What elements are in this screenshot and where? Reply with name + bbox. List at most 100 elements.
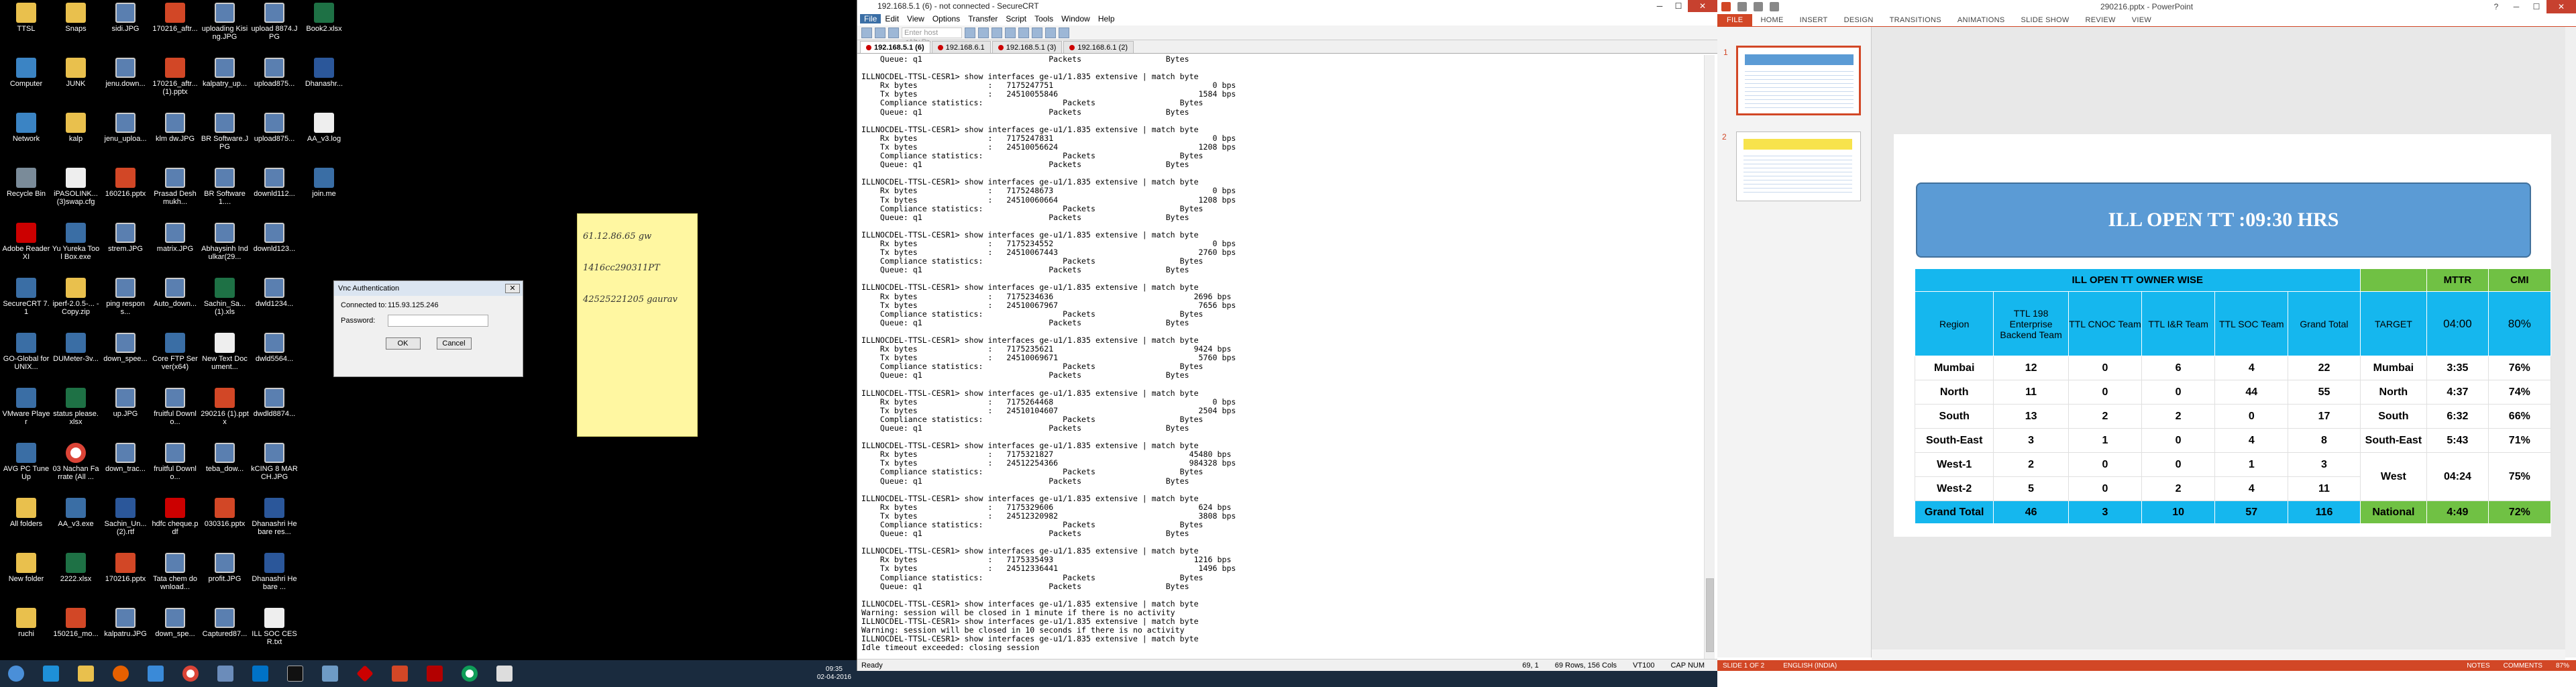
- taskbar-outlook-icon[interactable]: [246, 662, 275, 686]
- desktop-icon[interactable]: profit.JPG: [200, 551, 250, 606]
- taskbar-secure-icon[interactable]: [211, 662, 240, 686]
- desktop-icon[interactable]: klm dw.JPG: [150, 111, 200, 166]
- desktop-icon[interactable]: down_spe...: [150, 606, 200, 662]
- taskbar-chrome2-icon[interactable]: [455, 662, 484, 686]
- desktop-icon[interactable]: teba_dow...: [200, 441, 250, 496]
- desktop-icon[interactable]: TTSL: [1, 1, 51, 56]
- menu-transfer[interactable]: Transfer: [964, 14, 1002, 23]
- taskbar-chrome-icon[interactable]: [176, 662, 205, 686]
- desktop-icon[interactable]: iPASOLINK... (3)swap.cfg: [51, 166, 101, 221]
- ribbon-tab-animations[interactable]: ANIMATIONS: [1949, 16, 2013, 24]
- desktop-icon[interactable]: ping respons...: [101, 276, 150, 331]
- desktop-icon[interactable]: AVG PC TuneUp: [1, 441, 51, 496]
- desktop-icon[interactable]: JUNK: [51, 56, 101, 111]
- desktop-icon[interactable]: hdfc cheque.pdf: [150, 496, 200, 551]
- desktop-icon[interactable]: iperf-2.0.5-... - Copy.zip: [51, 276, 101, 331]
- reconnect-icon[interactable]: [888, 27, 899, 38]
- menu-edit[interactable]: Edit: [881, 14, 903, 23]
- help-icon[interactable]: ?: [2486, 0, 2506, 13]
- desktop-icon[interactable]: jenu.down...: [101, 56, 150, 111]
- ribbon-tab-review[interactable]: REVIEW: [2078, 16, 2124, 24]
- menu-help[interactable]: Help: [1094, 14, 1119, 23]
- paste-icon[interactable]: [978, 27, 989, 38]
- desktop-icon[interactable]: Auto_down...: [150, 276, 200, 331]
- sftp-icon[interactable]: [1032, 27, 1042, 38]
- desktop-icon[interactable]: Yu Yureka Tool Box.exe: [51, 221, 101, 276]
- desktop-icon[interactable]: jenu_uploa...: [101, 111, 150, 166]
- desktop-icon[interactable]: All folders: [1, 496, 51, 551]
- ribbon-tab-view[interactable]: VIEW: [2124, 16, 2159, 24]
- session-tab[interactable]: 192.168.6.1: [931, 41, 991, 53]
- desktop-icon[interactable]: DUMeter-3v...: [51, 331, 101, 386]
- powerpoint-titlebar[interactable]: 290216.pptx - PowerPoint ? ─ ☐ ✕: [1717, 0, 2576, 13]
- desktop-icon[interactable]: Network: [1, 111, 51, 166]
- desktop-icon[interactable]: upload 8874.JPG: [250, 1, 299, 56]
- print-icon[interactable]: [1005, 27, 1016, 38]
- desktop-icon[interactable]: kalp: [51, 111, 101, 166]
- password-field[interactable]: [388, 315, 488, 327]
- sticky-note[interactable]: 61.12.86.65 gw 1416cc290311PT 4252522120…: [577, 213, 698, 437]
- desktop-icon[interactable]: fruitful Downlo...: [150, 441, 200, 496]
- host-input[interactable]: Enter host <Alt+R>: [902, 27, 962, 46]
- desktop-icon[interactable]: 2222.xlsx: [51, 551, 101, 606]
- taskbar-powerpoint-icon[interactable]: [385, 662, 415, 686]
- minimize-icon[interactable]: ─: [2506, 0, 2526, 13]
- desktop-icon[interactable]: sidi.JPG: [101, 1, 150, 56]
- ok-button[interactable]: OK: [385, 337, 421, 350]
- desktop-icon[interactable]: 290216 (1).pptx: [200, 386, 250, 441]
- desktop-icon[interactable]: dwld1234...: [250, 276, 299, 331]
- desktop-icon[interactable]: dwld5564...: [250, 331, 299, 386]
- ribbon-tab-home[interactable]: HOME: [1752, 16, 1791, 24]
- ppt-vertical-scrollbar[interactable]: [2565, 27, 2576, 657]
- menu-file[interactable]: File: [860, 14, 881, 23]
- desktop-icon[interactable]: Dhanashri Hebare ...: [250, 551, 299, 606]
- desktop-icon[interactable]: 03 Nachan Farrate (All ...: [51, 441, 101, 496]
- taskbar-terminal-icon[interactable]: [280, 662, 310, 686]
- maximize-icon[interactable]: ☐: [2526, 0, 2546, 13]
- desktop-icon[interactable]: dwdld8874...: [250, 386, 299, 441]
- desktop-icon[interactable]: matrix.JPG: [150, 221, 200, 276]
- taskbar-tool-icon[interactable]: [350, 662, 380, 686]
- close-icon[interactable]: ✕: [1688, 0, 1717, 12]
- ribbon-tab-insert[interactable]: INSERT: [1792, 16, 1836, 24]
- settings-icon[interactable]: [1018, 27, 1029, 38]
- menu-script[interactable]: Script: [1002, 14, 1030, 23]
- taskbar-mediaplayer-icon[interactable]: [141, 662, 170, 686]
- zoom-level[interactable]: 87%: [2556, 662, 2569, 670]
- notes-button[interactable]: NOTES: [2467, 662, 2489, 670]
- desktop-icon[interactable]: Recycle Bin: [1, 166, 51, 221]
- taskbar-remote-icon[interactable]: [315, 662, 345, 686]
- desktop-icon[interactable]: Adobe Reader XI: [1, 221, 51, 276]
- ppt-horizontal-scrollbar[interactable]: [1872, 649, 2565, 660]
- menu-window[interactable]: Window: [1057, 14, 1094, 23]
- language[interactable]: ENGLISH (INDIA): [1783, 662, 1837, 670]
- desktop-icon[interactable]: SecureCRT 7.1: [1, 276, 51, 331]
- terminal-output[interactable]: Queue: q1 Packets Bytes ILLNOCDEL-TTSL-C…: [860, 55, 1704, 662]
- desktop-icon[interactable]: Snaps: [51, 1, 101, 56]
- desktop-icon[interactable]: Computer: [1, 56, 51, 111]
- keymap-icon[interactable]: [1045, 27, 1056, 38]
- desktop-icon[interactable]: AA_v3.log: [299, 111, 349, 166]
- maximize-icon[interactable]: ☐: [1669, 0, 1688, 12]
- slide-canvas[interactable]: ILL OPEN TT :09:30 HRS ILL OPEN TT OWNER…: [1894, 134, 2552, 537]
- desktop-icon[interactable]: upload875...: [250, 111, 299, 166]
- clock[interactable]: 09:35 02-04-2016: [817, 666, 857, 682]
- desktop-icon[interactable]: ILL SOC CESR.txt: [250, 606, 299, 662]
- desktop-icon[interactable]: Abhaysinh Indulkar(29...: [200, 221, 250, 276]
- desktop-icon[interactable]: down_spee...: [101, 331, 150, 386]
- desktop-icon[interactable]: downld112...: [250, 166, 299, 221]
- desktop-icon[interactable]: 170216_aftr... (1).pptx: [150, 56, 200, 111]
- undo-icon[interactable]: [1754, 2, 1763, 11]
- start-button[interactable]: [1, 662, 31, 686]
- cancel-button[interactable]: Cancel: [436, 337, 472, 350]
- desktop-icon[interactable]: join.me: [299, 166, 349, 221]
- quick-connect-icon[interactable]: [875, 27, 885, 38]
- desktop-icon[interactable]: kalpatry_up...: [200, 56, 250, 111]
- desktop-icon[interactable]: 150216_mo...: [51, 606, 101, 662]
- desktop-icon[interactable]: Prasad Deshmukh...: [150, 166, 200, 221]
- desktop-icon[interactable]: AA_v3.exe: [51, 496, 101, 551]
- ribbon-tab-design[interactable]: DESIGN: [1836, 16, 1882, 24]
- ribbon-tab-file[interactable]: FILE: [1717, 13, 1753, 26]
- menu-tools[interactable]: Tools: [1030, 14, 1057, 23]
- desktop-icon[interactable]: upload875...: [250, 56, 299, 111]
